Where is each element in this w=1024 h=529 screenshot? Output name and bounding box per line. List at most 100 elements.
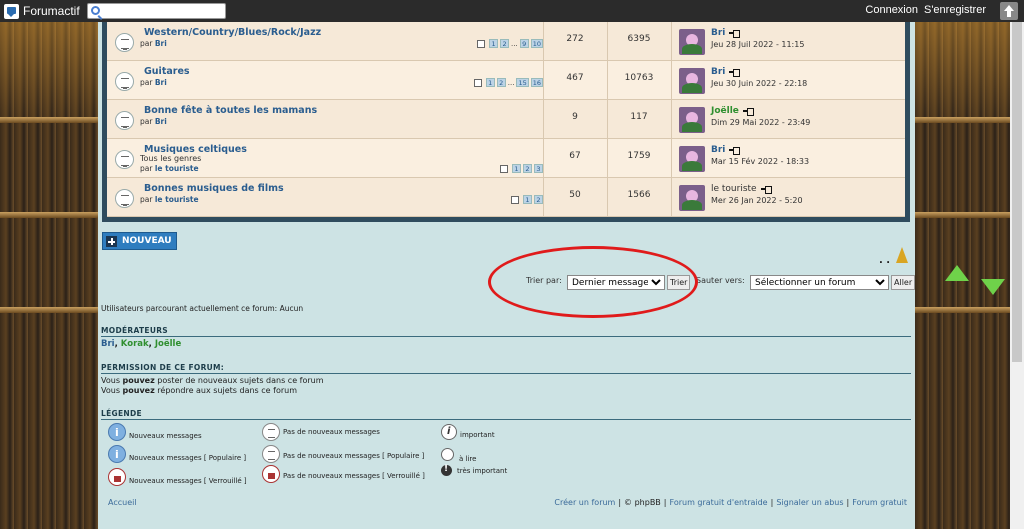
scrollbar-thumb[interactable] [1012, 22, 1022, 362]
forum-status-icon [115, 150, 134, 169]
legend-label: à lire [459, 455, 477, 463]
page-link[interactable]: 1 [512, 164, 521, 173]
pages-icon [511, 195, 519, 204]
pagination-ellipsis: ... [511, 39, 518, 48]
forum-row: Bonne fête à toutes les mamans par Bri 9 11… [107, 100, 905, 139]
page-link[interactable]: 10 [530, 39, 543, 48]
forum-pagination: 123 [500, 164, 543, 173]
goto-last-post-icon[interactable] [729, 29, 741, 38]
page-link[interactable]: 16 [530, 78, 543, 87]
last-poster-link[interactable]: le touriste [711, 184, 757, 194]
legend-to-read: à lire [441, 445, 476, 463]
search-input[interactable] [104, 5, 222, 17]
forum-title-link[interactable]: Bonne fête à toutes les mamans [144, 105, 317, 116]
divider [101, 419, 911, 420]
last-poster-avatar[interactable] [679, 185, 705, 211]
sort-label: Trier par: [526, 276, 562, 285]
author-link[interactable]: Bri [155, 78, 167, 87]
dots-icon: . . [879, 255, 891, 266]
browsing-users: Utilisateurs parcourant actuellement ce … [101, 304, 304, 313]
search-icon[interactable] [91, 6, 100, 15]
moderator-link[interactable]: Joëlle [155, 339, 181, 349]
help-forum-link[interactable]: Forum gratuit d'entraide [670, 498, 768, 507]
top-bar: Forumactif Connexion S'enregistrer [0, 0, 1024, 22]
topics-count: 467 [566, 73, 584, 83]
perm-strong: pouvez [122, 386, 155, 395]
search-box[interactable] [87, 3, 226, 19]
legend-label: Pas de nouveaux messages [ Populaire ] [283, 452, 425, 460]
forum-pagination: 1 2... 15 16 [473, 78, 543, 87]
jump-label: Sauter vers: [696, 276, 745, 285]
page-link[interactable]: 9 [519, 39, 529, 48]
goto-last-post-icon[interactable] [729, 68, 741, 77]
scrollbar[interactable] [1010, 22, 1024, 529]
last-post-date: Jeu 30 Juin 2022 - 22:18 [711, 79, 808, 88]
page-link[interactable]: 15 [516, 78, 529, 87]
author-link[interactable]: Bri [155, 39, 167, 48]
jump-select[interactable]: Sélectionner un forum [750, 275, 889, 290]
permissions-title: PERMISSION DE CE FORUM: [101, 363, 225, 372]
lightbulb-icon [441, 447, 454, 461]
forum-title-link[interactable]: Guitares [144, 66, 190, 77]
last-poster-avatar[interactable] [679, 29, 705, 55]
author-link[interactable]: Bri [155, 117, 167, 126]
last-poster: Bri [711, 67, 741, 77]
create-forum-link[interactable]: Créer un forum [554, 498, 615, 507]
warning-icon[interactable] [896, 247, 908, 263]
scroll-top-icon[interactable] [1000, 2, 1018, 20]
free-forum-link[interactable]: Forum gratuit [852, 498, 907, 507]
moderators-title: MODÉRATEURS [101, 326, 168, 335]
page-link[interactable]: 3 [534, 164, 543, 173]
last-poster-link[interactable]: Bri [711, 145, 725, 155]
main-content: Western/Country/Blues/Rock/Jazz par Bri 1 2… [98, 22, 916, 529]
scroll-down-icon[interactable] [981, 279, 1005, 295]
goto-last-post-icon[interactable] [742, 107, 754, 116]
sort-button[interactable]: Trier [667, 275, 691, 290]
goto-last-post-icon[interactable] [729, 146, 741, 155]
last-poster-link[interactable]: Bri [711, 67, 725, 77]
scroll-up-icon[interactable] [945, 265, 969, 281]
report-abuse-link[interactable]: Signaler un abus [776, 498, 843, 507]
footer-links: Créer un forum | © phpBB | Forum gratuit… [554, 498, 907, 507]
legend-label: important [460, 431, 495, 439]
forum-author: par le touriste [140, 164, 199, 173]
perm-text: poster de nouveaux sujets dans ce forum [154, 376, 324, 385]
last-poster: Bri [711, 145, 741, 155]
legend-important: important [441, 424, 495, 440]
jump-button[interactable]: Aller [891, 275, 916, 290]
moderator-link[interactable]: Korak [121, 339, 149, 349]
separator: | [663, 498, 667, 507]
phpbb-copyright: © phpBB [624, 498, 661, 507]
page-link[interactable]: 2 [523, 164, 532, 173]
sort-select[interactable]: Dernier message [567, 275, 665, 290]
new-messages-popular-icon [108, 445, 126, 463]
page-link[interactable]: 1 [489, 39, 499, 48]
register-link[interactable]: S'enregistrer [924, 4, 986, 16]
login-link[interactable]: Connexion [865, 4, 918, 16]
page-link[interactable]: 1 [523, 195, 532, 204]
page-link[interactable]: 2 [534, 195, 543, 204]
forum-row: Musiques celtiques Tous les genres par le … [107, 139, 905, 178]
last-poster-link[interactable]: Bri [711, 28, 725, 38]
goto-last-post-icon[interactable] [760, 185, 772, 194]
home-link[interactable]: Accueil [108, 498, 137, 507]
author-link[interactable]: le touriste [155, 164, 199, 173]
forum-title-link[interactable]: Western/Country/Blues/Rock/Jazz [144, 27, 321, 38]
last-poster-avatar[interactable] [679, 107, 705, 133]
moderator-link[interactable]: Bri [101, 339, 115, 349]
page-link[interactable]: 2 [496, 78, 506, 87]
shelf [0, 117, 98, 123]
last-poster-avatar[interactable] [679, 68, 705, 94]
last-post-date: Mar 15 Fév 2022 - 18:33 [711, 157, 810, 166]
pages-icon [473, 78, 482, 87]
author-link[interactable]: le touriste [155, 195, 199, 204]
forum-title-link[interactable]: Bonnes musiques de films [144, 183, 284, 194]
new-topic-button[interactable]: NOUVEAU [102, 232, 177, 250]
page-link[interactable]: 2 [500, 39, 510, 48]
brand[interactable]: Forumactif [4, 3, 80, 19]
page-link[interactable]: 1 [485, 78, 495, 87]
last-post-date: Dim 29 Mai 2022 - 23:49 [711, 118, 811, 127]
last-poster-avatar[interactable] [679, 146, 705, 172]
last-poster-link[interactable]: Joëlle [711, 106, 739, 116]
legend-title: LÉGENDE [101, 409, 142, 418]
